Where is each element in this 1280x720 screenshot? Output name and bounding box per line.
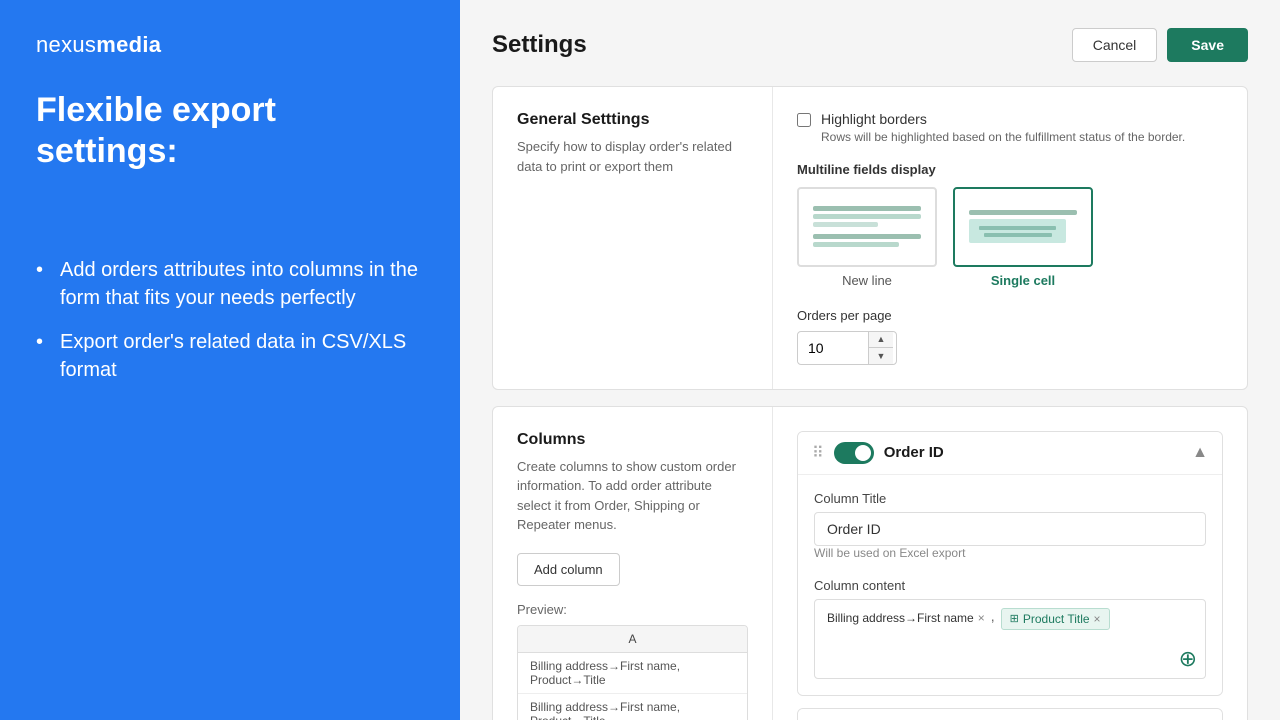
highlight-borders-checkbox[interactable] [797,113,811,127]
columns-desc: Create columns to show custom order info… [517,457,748,535]
collapse-order-id-button[interactable]: ▲ [1192,444,1208,462]
highlight-borders-labels: Highlight borders Rows will be highlight… [821,111,1185,146]
column-content-label: Column content [814,578,1206,593]
brand-suffix: media [96,32,161,57]
general-settings-card: General Setttings Specify how to display… [492,86,1248,390]
tag-grid-icon: ⊞ [1010,612,1019,625]
single-cell-label: Single cell [991,273,1055,288]
brand-logo: nexusmedia [36,32,424,58]
tag-billing-text: Billing address→First name [827,611,974,625]
cancel-button[interactable]: Cancel [1072,28,1158,62]
column-order-id-header: ⠿ Order ID ▲ [798,432,1222,474]
new-line-label: New line [842,273,892,288]
orders-per-page-input-group[interactable]: ▲ ▼ [797,331,897,365]
left-panel: nexusmedia Flexible export settings: Add… [0,0,460,720]
preview-header: A [518,626,747,653]
drag-handle-order-id[interactable]: ⠿ [812,443,824,463]
preview-row-2: Billing address→First name, Product→Titl… [518,694,747,720]
number-spin: ▲ ▼ [868,332,893,364]
right-panel: Settings Cancel Save General Setttings S… [460,0,1280,720]
preview-row-1: Billing address→First name, Product→Titl… [518,653,747,694]
column-title-section: Column Title Will be used on Excel expor… [814,491,1206,566]
multiline-label: Multiline fields display [797,162,1223,177]
display-option-new-line[interactable]: New line [797,187,937,288]
tag-product-remove[interactable]: × [1094,612,1101,626]
save-button[interactable]: Save [1167,28,1248,62]
brand-prefix: nexus [36,32,96,57]
spin-up-button[interactable]: ▲ [869,332,893,348]
header-buttons: Cancel Save [1072,28,1248,62]
general-settings-right: Highlight borders Rows will be highlight… [773,87,1247,389]
display-options: New line [797,187,1223,288]
add-column-button[interactable]: Add column [517,553,620,586]
columns-card: Columns Create columns to show custom or… [492,406,1248,720]
new-line-card [797,187,937,267]
column-item-order-id: ⠿ Order ID ▲ Column Title [797,431,1223,696]
tag-product-title: ⊞ Product Title × [1001,608,1110,630]
column-order-id-body: Column Title Will be used on Excel expor… [798,474,1222,695]
page-header: Settings Cancel Save [492,28,1248,62]
tag-product-text: Product Title [1023,612,1090,626]
tag-billing-remove[interactable]: × [978,611,985,625]
tag-comma: , [991,608,995,624]
columns-list: ⠿ Order ID ▲ Column Title [797,431,1223,720]
feature-list: Add orders attributes into columns in th… [36,256,424,384]
feature-item-1: Add orders attributes into columns in th… [36,256,424,312]
orders-per-page-input[interactable] [798,334,868,362]
general-settings-desc: Specify how to display order's related d… [517,137,748,176]
column-title-hint: Will be used on Excel export [814,546,1206,560]
headline: Flexible export settings: [36,90,424,172]
tag-billing-address: Billing address→First name × [827,608,985,628]
orders-per-page-label: Orders per page [797,308,1223,323]
column-title-input[interactable] [814,512,1206,546]
add-content-button[interactable]: ⊕ [1179,648,1197,670]
column-item-shipping: ⠿ Shipping address [797,708,1223,720]
column-content-section: Column content Billing address→First nam… [814,578,1206,679]
preview-label: Preview: [517,602,748,617]
general-settings-left: General Setttings Specify how to display… [493,87,773,389]
toggle-order-id[interactable] [834,442,874,464]
feature-item-2: Export order's related data in CSV/XLS f… [36,328,424,384]
highlight-borders-label: Highlight borders [821,111,1185,127]
column-shipping-header: ⠿ Shipping address [798,709,1222,720]
general-settings-title: General Setttings [517,111,748,129]
columns-right: ⠿ Order ID ▲ Column Title [773,407,1247,720]
single-cell-card [953,187,1093,267]
columns-left: Columns Create columns to show custom or… [493,407,773,720]
preview-table: A Billing address→First name, Product→Ti… [517,625,748,720]
highlight-borders-sublabel: Rows will be highlighted based on the fu… [821,129,1185,146]
page-title: Settings [492,31,587,59]
columns-title: Columns [517,431,748,449]
column-order-id-name: Order ID [884,444,1182,461]
column-title-label: Column Title [814,491,1206,506]
highlight-borders-row: Highlight borders Rows will be highlight… [797,111,1223,146]
display-option-single-cell[interactable]: Single cell [953,187,1093,288]
spin-down-button[interactable]: ▼ [869,348,893,364]
column-content-field[interactable]: Billing address→First name × , ⊞ Product… [814,599,1206,679]
